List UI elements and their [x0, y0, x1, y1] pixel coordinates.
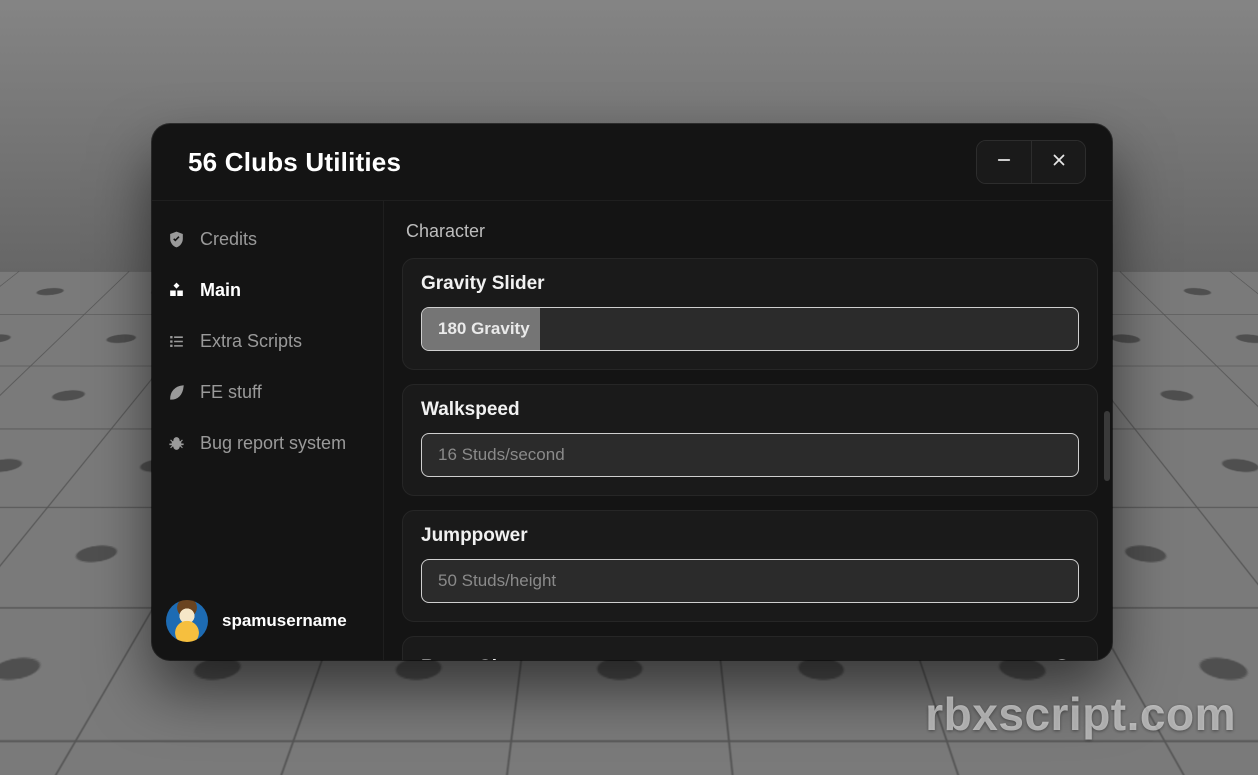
fingerprint-icon: [1049, 655, 1075, 660]
sidebar: Credits Main Extra Scripts: [152, 201, 384, 660]
walkspeed-card: Walkspeed 16 Studs/second: [402, 384, 1098, 496]
avatar: [166, 600, 208, 642]
widgets-icon: [166, 281, 186, 301]
sidebar-item-fe-stuff[interactable]: FE stuff: [152, 374, 383, 411]
window-controls: [976, 140, 1086, 184]
utilities-window: 56 Clubs Utilities Credi: [152, 124, 1112, 660]
sidebar-item-label: Extra Scripts: [200, 331, 302, 352]
reset-character-card[interactable]: Reset Character: [402, 636, 1098, 660]
sidebar-item-credits[interactable]: Credits: [152, 221, 383, 258]
close-icon: [1050, 151, 1068, 174]
gravity-title: Gravity Slider: [421, 273, 1079, 295]
sidebar-item-main[interactable]: Main: [152, 272, 383, 309]
window-body: Credits Main Extra Scripts: [152, 200, 1112, 660]
titlebar: 56 Clubs Utilities: [152, 124, 1112, 200]
sidebar-item-label: Bug report system: [200, 433, 346, 454]
sidebar-item-label: Main: [200, 280, 241, 301]
sidebar-nav: Credits Main Extra Scripts: [152, 211, 383, 584]
sidebar-item-extra-scripts[interactable]: Extra Scripts: [152, 323, 383, 360]
list-icon: [166, 332, 186, 352]
sidebar-item-label: FE stuff: [200, 382, 262, 403]
leaf-icon: [166, 383, 186, 403]
section-header: Character: [402, 219, 1098, 242]
gravity-value: 180 Gravity: [438, 319, 530, 339]
gravity-slider[interactable]: 180 Gravity: [421, 307, 1079, 351]
shield-icon: [166, 230, 186, 250]
bug-icon: [166, 434, 186, 454]
minimize-button[interactable]: [977, 141, 1031, 183]
jumppower-card: Jumppower 50 Studs/height: [402, 510, 1098, 622]
jumppower-placeholder: 50 Studs/height: [438, 571, 556, 591]
window-title: 56 Clubs Utilities: [188, 147, 401, 178]
walkspeed-input[interactable]: 16 Studs/second: [421, 433, 1079, 477]
jumppower-title: Jumppower: [421, 525, 1079, 547]
username: spamusername: [222, 611, 347, 631]
scrollbar-thumb[interactable]: [1104, 411, 1110, 481]
sidebar-item-bug-report[interactable]: Bug report system: [152, 425, 383, 462]
walkspeed-title: Walkspeed: [421, 399, 1079, 421]
minimize-icon: [995, 151, 1013, 174]
cards-list: Gravity Slider 180 Gravity Walkspeed 16 …: [402, 258, 1098, 660]
gravity-card: Gravity Slider 180 Gravity: [402, 258, 1098, 370]
main-panel: Character Gravity Slider 180 Gravity Wal…: [384, 201, 1112, 660]
sidebar-item-label: Credits: [200, 229, 257, 250]
reset-title: Reset Character: [421, 657, 567, 660]
walkspeed-placeholder: 16 Studs/second: [438, 445, 565, 465]
jumppower-input[interactable]: 50 Studs/height: [421, 559, 1079, 603]
close-button[interactable]: [1031, 141, 1085, 183]
sidebar-user: spamusername: [152, 584, 383, 660]
